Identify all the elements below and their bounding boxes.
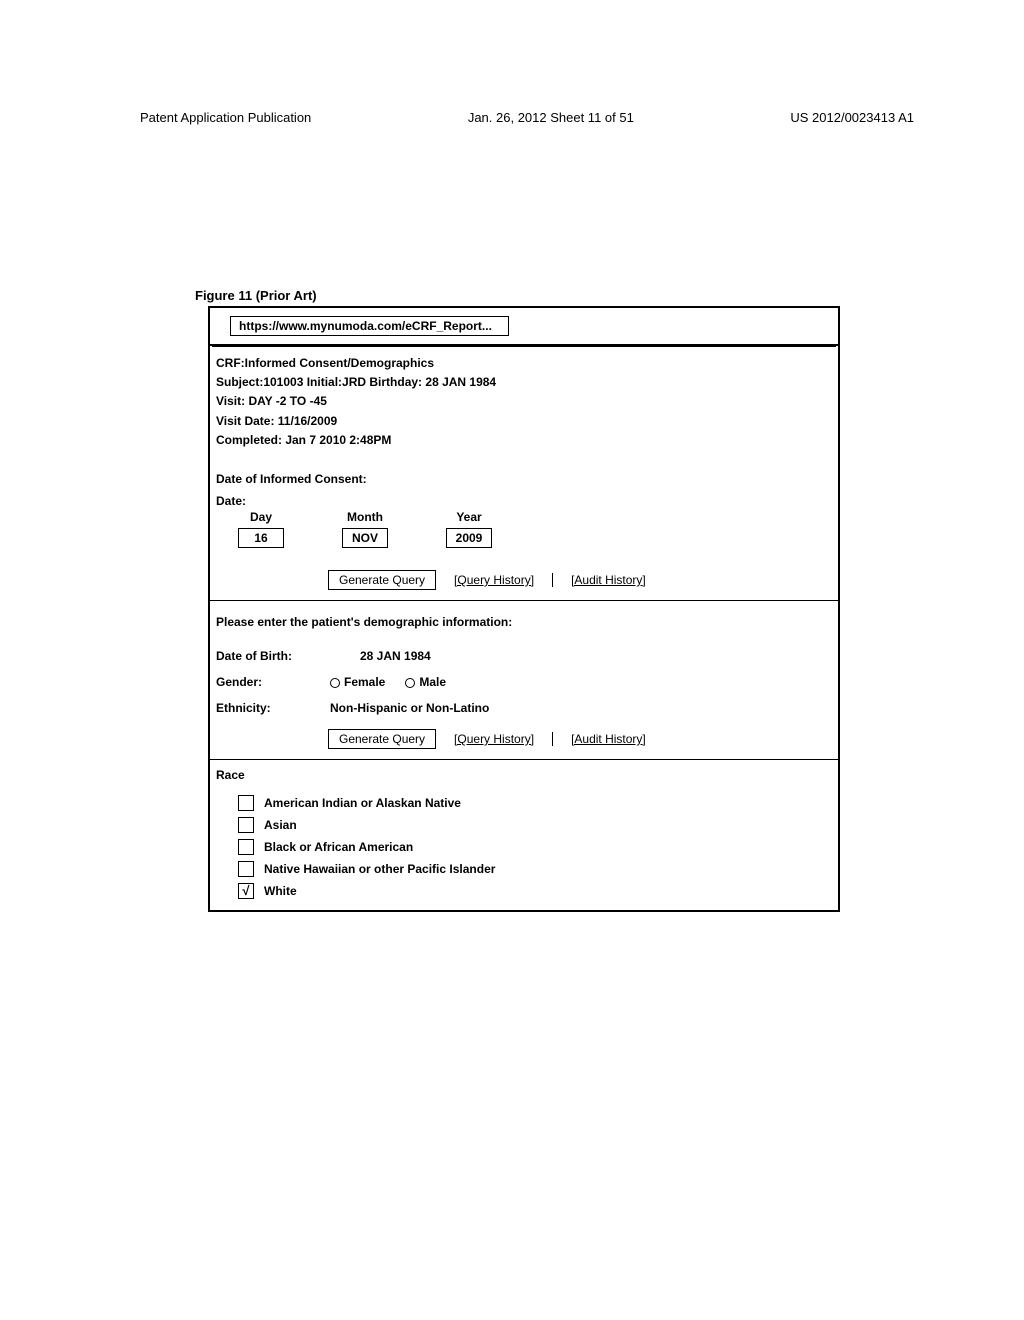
subject-line: Subject:101003 Initial:JRD Birthday: 28 …	[216, 373, 832, 392]
female-radio[interactable]: Female	[330, 675, 385, 689]
pub-label: Patent Application Publication	[140, 110, 311, 125]
day-header: Day	[226, 510, 296, 524]
generate-query-button[interactable]: Generate Query	[328, 570, 436, 590]
subject-meta: CRF:Informed Consent/Demographics Subjec…	[210, 346, 838, 452]
divider-icon	[552, 573, 553, 587]
consent-date-group: Date: Day 16 Month NOV Year 2009	[210, 490, 838, 552]
date-label: Date:	[216, 494, 832, 508]
form-window: https://www.mynumoda.com/eCRF_Report... …	[208, 306, 840, 912]
visit-date-line: Visit Date: 11/16/2009	[216, 412, 832, 431]
month-header: Month	[330, 510, 400, 524]
completed-line: Completed: Jan 7 2010 2:48PM	[216, 431, 832, 450]
generate-query-button-2[interactable]: Generate Query	[328, 729, 436, 749]
month-input[interactable]: NOV	[342, 528, 388, 548]
day-input[interactable]: 16	[238, 528, 284, 548]
race-label-1: Asian	[264, 818, 297, 832]
race-option-3[interactable]: Native Hawaiian or other Pacific Islande…	[216, 858, 832, 880]
demographics-prompt: Please enter the patient's demographic i…	[216, 615, 832, 629]
dob-value: 28 JAN 1984	[360, 649, 431, 663]
ethnicity-value: Non-Hispanic or Non-Latino	[330, 701, 489, 715]
checkbox-icon: √	[238, 883, 254, 899]
year-header: Year	[434, 510, 504, 524]
year-input[interactable]: 2009	[446, 528, 492, 548]
race-option-1[interactable]: Asian	[216, 814, 832, 836]
consent-actions: Generate Query [Query History] [Audit Hi…	[322, 552, 838, 600]
date-sheet: Jan. 26, 2012 Sheet 11 of 51	[468, 110, 634, 125]
race-section: Race American Indian or Alaskan Native A…	[210, 760, 838, 910]
race-label-3: Native Hawaiian or other Pacific Islande…	[264, 862, 495, 876]
pub-number: US 2012/0023413 A1	[790, 110, 914, 125]
query-history-link-2[interactable]: [Query History]	[454, 732, 534, 746]
query-history-link[interactable]: [Query History]	[454, 573, 534, 587]
audit-history-link[interactable]: [Audit History]	[571, 573, 646, 587]
checkbox-icon	[238, 839, 254, 855]
url-field[interactable]: https://www.mynumoda.com/eCRF_Report...	[230, 316, 509, 336]
address-bar: https://www.mynumoda.com/eCRF_Report...	[210, 308, 838, 346]
male-radio[interactable]: Male	[405, 675, 446, 689]
race-option-0[interactable]: American Indian or Alaskan Native	[216, 792, 832, 814]
race-option-2[interactable]: Black or African American	[216, 836, 832, 858]
race-header: Race	[216, 768, 832, 782]
checkbox-icon	[238, 795, 254, 811]
checkbox-icon	[238, 861, 254, 877]
checkbox-icon	[238, 817, 254, 833]
gender-label: Gender:	[216, 675, 330, 689]
consent-label: Date of Informed Consent:	[216, 472, 832, 486]
race-label-4: White	[264, 884, 297, 898]
visit-line: Visit: DAY -2 TO -45	[216, 392, 832, 411]
audit-history-link-2[interactable]: [Audit History]	[571, 732, 646, 746]
crf-title: CRF:Informed Consent/Demographics	[216, 354, 832, 373]
figure-caption: Figure 11 (Prior Art)	[195, 288, 317, 303]
divider-icon	[552, 732, 553, 746]
dob-label: Date of Birth:	[216, 649, 330, 663]
ethnicity-label: Ethnicity:	[216, 701, 330, 715]
page-header: Patent Application Publication Jan. 26, …	[140, 110, 914, 125]
race-option-4[interactable]: √ White	[216, 880, 832, 902]
race-label-2: Black or African American	[264, 840, 413, 854]
demographics-section: Please enter the patient's demographic i…	[210, 601, 838, 723]
consent-section: Date of Informed Consent:	[210, 452, 838, 490]
demographics-actions: Generate Query [Query History] [Audit Hi…	[322, 723, 838, 759]
race-label-0: American Indian or Alaskan Native	[264, 796, 461, 810]
